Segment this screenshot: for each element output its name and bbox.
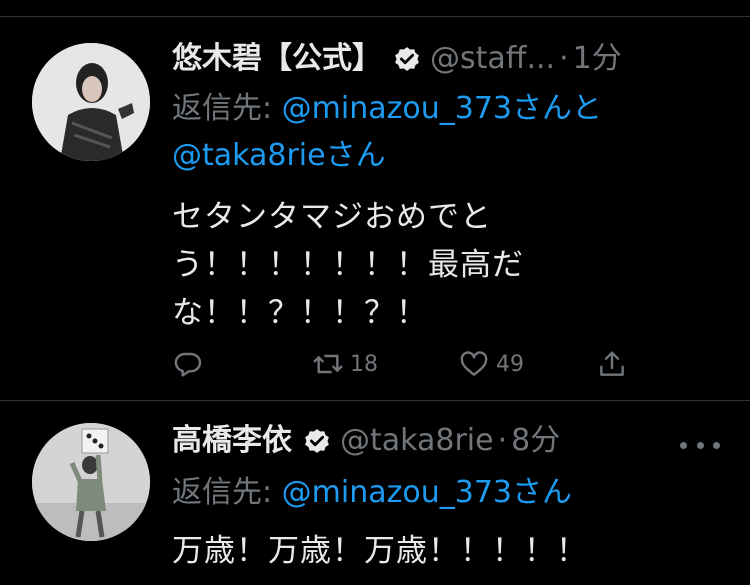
- separator-dot: ·: [559, 41, 569, 76]
- handle[interactable]: @staff...: [430, 39, 555, 79]
- reply-mid-text: さんと: [512, 91, 602, 126]
- verified-badge-icon: [302, 426, 332, 456]
- mention-link[interactable]: @minazou_373: [282, 91, 512, 126]
- avatar[interactable]: [32, 423, 150, 541]
- like-count: 49: [496, 351, 524, 377]
- timeline: 悠木碧【公式】 @staff... · 1分 返信先: @minazou_373…: [0, 0, 750, 585]
- dot: [696, 441, 704, 449]
- reply-prefix: 返信先:: [172, 91, 282, 126]
- retweet-arrows-icon: [313, 354, 343, 374]
- dot: [680, 441, 687, 449]
- like-button[interactable]: 49: [458, 344, 524, 384]
- tweet-text: 万歳！万歳！万歳！！！！！: [172, 527, 732, 575]
- reply-prefix: 返信先:: [172, 475, 282, 510]
- dot: [713, 441, 720, 449]
- share-upload-icon: [600, 351, 624, 376]
- handle[interactable]: @taka8rie: [340, 421, 494, 461]
- tweet-header: 高橋李依 @taka8rie · 8分: [172, 421, 560, 461]
- tweet-header: 悠木碧【公式】 @staff... · 1分: [172, 39, 622, 79]
- avatar[interactable]: [32, 43, 150, 161]
- tweet-text-line: セタンタマジおめでと: [172, 199, 492, 235]
- verified-badge-icon: [392, 44, 422, 74]
- reply-suffix: さん: [325, 138, 386, 173]
- mention-link[interactable]: @taka8rie: [172, 138, 326, 173]
- avatar-photo: [32, 423, 150, 541]
- reply-context: 返信先: @minazou_373さんと @taka8rieさん: [172, 85, 652, 179]
- avatar-photo: [32, 43, 150, 161]
- timestamp[interactable]: 1分: [573, 39, 622, 79]
- retweet-button[interactable]: 18: [312, 344, 378, 384]
- tweet-text: セタンタマジおめでと う！！！！！！！最高だ な！！？！！？！: [172, 193, 524, 337]
- reply-suffix: さん: [512, 475, 572, 510]
- more-dots-icon[interactable]: [680, 435, 720, 455]
- share-button[interactable]: [596, 344, 628, 384]
- tweet-text-line: 万歳！万歳！万歳！！！！！: [172, 533, 588, 569]
- separator-dot: ·: [497, 423, 508, 458]
- tweet-actions: 18 49: [172, 344, 642, 384]
- heart-outline-icon: [460, 351, 488, 376]
- timestamp[interactable]: 8分: [511, 421, 560, 461]
- reply-button[interactable]: [172, 344, 210, 384]
- tweet-text-line: う！！！！！！！最高だ: [172, 247, 524, 283]
- tweet-2[interactable]: 高橋李依 @taka8rie · 8分 返信先: @minazou_373さん …: [0, 401, 750, 585]
- display-name[interactable]: 悠木碧【公式】: [172, 39, 382, 79]
- mention-link[interactable]: @minazou_373: [282, 475, 512, 510]
- display-name[interactable]: 高橋李依: [172, 421, 292, 461]
- reply-bubble-icon: [174, 352, 202, 377]
- retweet-count: 18: [350, 351, 378, 377]
- reply-context: 返信先: @minazou_373さん: [172, 469, 732, 516]
- tweet-1[interactable]: 悠木碧【公式】 @staff... · 1分 返信先: @minazou_373…: [0, 17, 750, 400]
- tweet-text-line: な！！？！！？！: [172, 295, 428, 331]
